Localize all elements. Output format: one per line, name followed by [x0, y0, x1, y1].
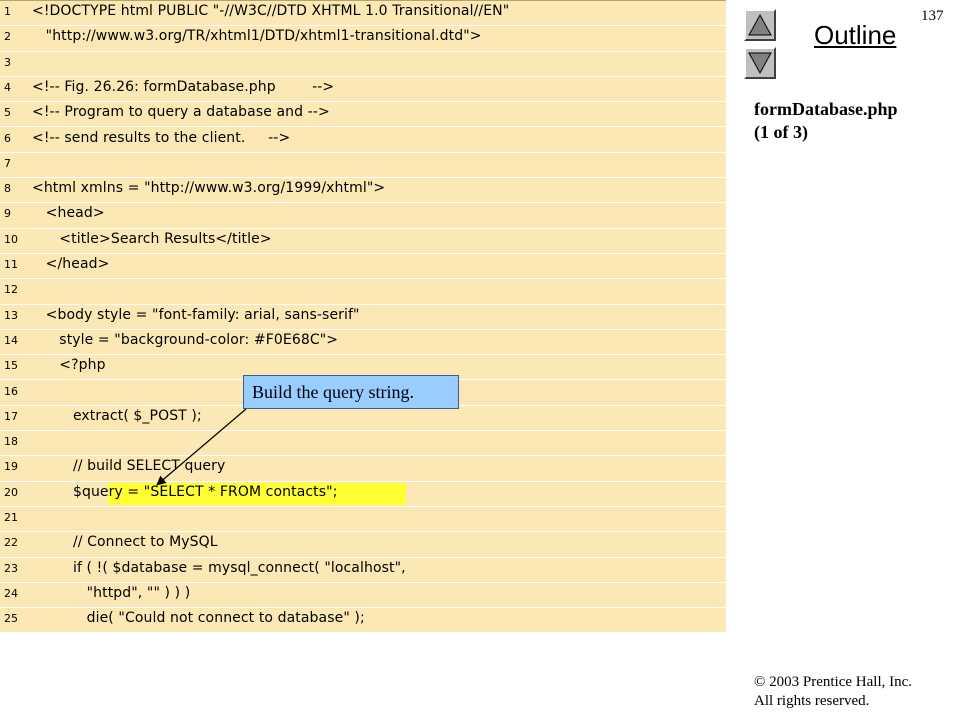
code-line: 12 — [0, 279, 726, 305]
line-text: <!-- Fig. 26.26: formDatabase.php --> — [32, 78, 335, 95]
line-text: <!-- send results to the client. --> — [32, 129, 291, 146]
copyright-line-1: © 2003 Prentice Hall, Inc. — [754, 674, 913, 690]
line-number: 10 — [4, 232, 18, 246]
triangle-up-icon — [748, 13, 772, 36]
code-line: 22 // Connect to MySQL — [0, 532, 726, 558]
code-line: 11 </head> — [0, 254, 726, 280]
page-count: (1 of 3) — [754, 122, 808, 142]
line-text: // Connect to MySQL — [32, 534, 218, 551]
code-line: 5 <!-- Program to query a database and --… — [0, 102, 726, 128]
line-number: 7 — [4, 156, 11, 170]
line-number: 15 — [4, 359, 18, 373]
code-line: 21 — [0, 507, 726, 533]
code-line: 4 <!-- Fig. 26.26: formDatabase.php --> — [0, 77, 726, 103]
line-number: 14 — [4, 333, 18, 347]
line-number: 11 — [4, 258, 18, 271]
line-number: 4 — [4, 80, 11, 94]
line-text: "http://www.w3.org/TR/xhtml1/DTD/xhtml1-… — [32, 28, 482, 45]
triangle-down-icon — [748, 52, 772, 75]
line-text: <body style = "font-family: arial, sans-… — [32, 306, 360, 323]
code-line: 1 <!DOCTYPE html PUBLIC "-//W3C//DTD XHTM… — [0, 1, 726, 27]
code-listing: 1 <!DOCTYPE html PUBLIC "-//W3C//DTD XHTM… — [0, 0, 726, 634]
file-label: formDatabase.php (1 of 3) — [754, 98, 954, 144]
line-number: 19 — [4, 460, 18, 474]
line-text: die( "Could not connect to database" ); — [32, 610, 365, 627]
code-line: 20 $query = "SELECT * FROM contacts"; — [0, 482, 726, 507]
line-text: <?php — [32, 357, 106, 374]
line-text: <!-- Program to query a database and --> — [32, 104, 330, 121]
code-line: 8 <html xmlns = "http://www.w3.org/1999/x… — [0, 178, 726, 204]
line-number: 2 — [4, 30, 11, 44]
code-line: 23 if ( !( $database = mysql_connect( "l… — [0, 558, 726, 583]
copyright: © 2003 Prentice Hall, Inc. All rights re… — [754, 673, 912, 711]
line-text: style = "background-color: #F0E68C"> — [32, 331, 339, 348]
line-number: 5 — [4, 106, 11, 120]
code-line: 19 // build SELECT query — [0, 456, 726, 482]
callout-build-query: Build the query string. — [243, 375, 459, 409]
line-text: <!DOCTYPE html PUBLIC "-//W3C//DTD XHTML… — [32, 3, 510, 19]
slide-number: 137 — [921, 8, 944, 24]
line-number: 13 — [4, 308, 18, 322]
copyright-line-2: All rights reserved. — [754, 693, 870, 709]
file-name: formDatabase.php — [754, 99, 898, 119]
line-text: $query = "SELECT * FROM contacts"; — [32, 483, 338, 500]
line-number: 22 — [4, 536, 18, 550]
line-number: 18 — [4, 435, 18, 449]
nav-up-button[interactable] — [744, 9, 776, 41]
line-text: </head> — [32, 256, 110, 272]
code-line: 24 "httpd", "" ) ) ) — [0, 583, 726, 609]
code-line: 10 <title>Search Results</title> — [0, 229, 726, 254]
code-line: 6 <!-- send results to the client. --> — [0, 128, 726, 153]
line-number: 1 — [4, 5, 11, 18]
line-text: // build SELECT query — [32, 458, 226, 475]
line-text: extract( $_POST ); — [32, 407, 202, 424]
line-number: 25 — [4, 612, 18, 626]
line-number: 17 — [4, 409, 18, 423]
line-number: 9 — [4, 207, 11, 221]
line-number: 12 — [4, 283, 18, 297]
outline-title[interactable]: Outline — [814, 20, 896, 51]
line-text: "httpd", "" ) ) ) — [32, 584, 191, 601]
line-number: 24 — [4, 586, 18, 600]
line-number: 3 — [4, 55, 11, 69]
line-text: if ( !( $database = mysql_connect( "loca… — [32, 559, 406, 576]
code-line: 9 <head> — [0, 203, 726, 229]
line-number: 8 — [4, 182, 11, 196]
line-number: 16 — [4, 384, 18, 398]
code-line: 14 style = "background-color: #F0E68C"> — [0, 330, 726, 356]
line-text: <title>Search Results</title> — [32, 230, 272, 247]
code-line: 3 — [0, 52, 726, 77]
code-line: 17 extract( $_POST ); — [0, 406, 726, 432]
code-line: 13 <body style = "font-family: arial, sa… — [0, 305, 726, 330]
code-line: 2 "http://www.w3.org/TR/xhtml1/DTD/xhtml… — [0, 26, 726, 52]
line-text: <html xmlns = "http://www.w3.org/1999/xh… — [32, 180, 386, 197]
line-number: 20 — [4, 485, 18, 499]
line-number: 21 — [4, 511, 18, 524]
code-line: 7 — [0, 153, 726, 179]
line-text: <head> — [32, 205, 105, 222]
code-line: 18 — [0, 431, 726, 457]
nav-down-button[interactable] — [744, 47, 776, 79]
line-number: 23 — [4, 561, 18, 575]
line-number: 6 — [4, 131, 11, 145]
code-line: 25 die( "Could not connect to database" … — [0, 608, 726, 634]
